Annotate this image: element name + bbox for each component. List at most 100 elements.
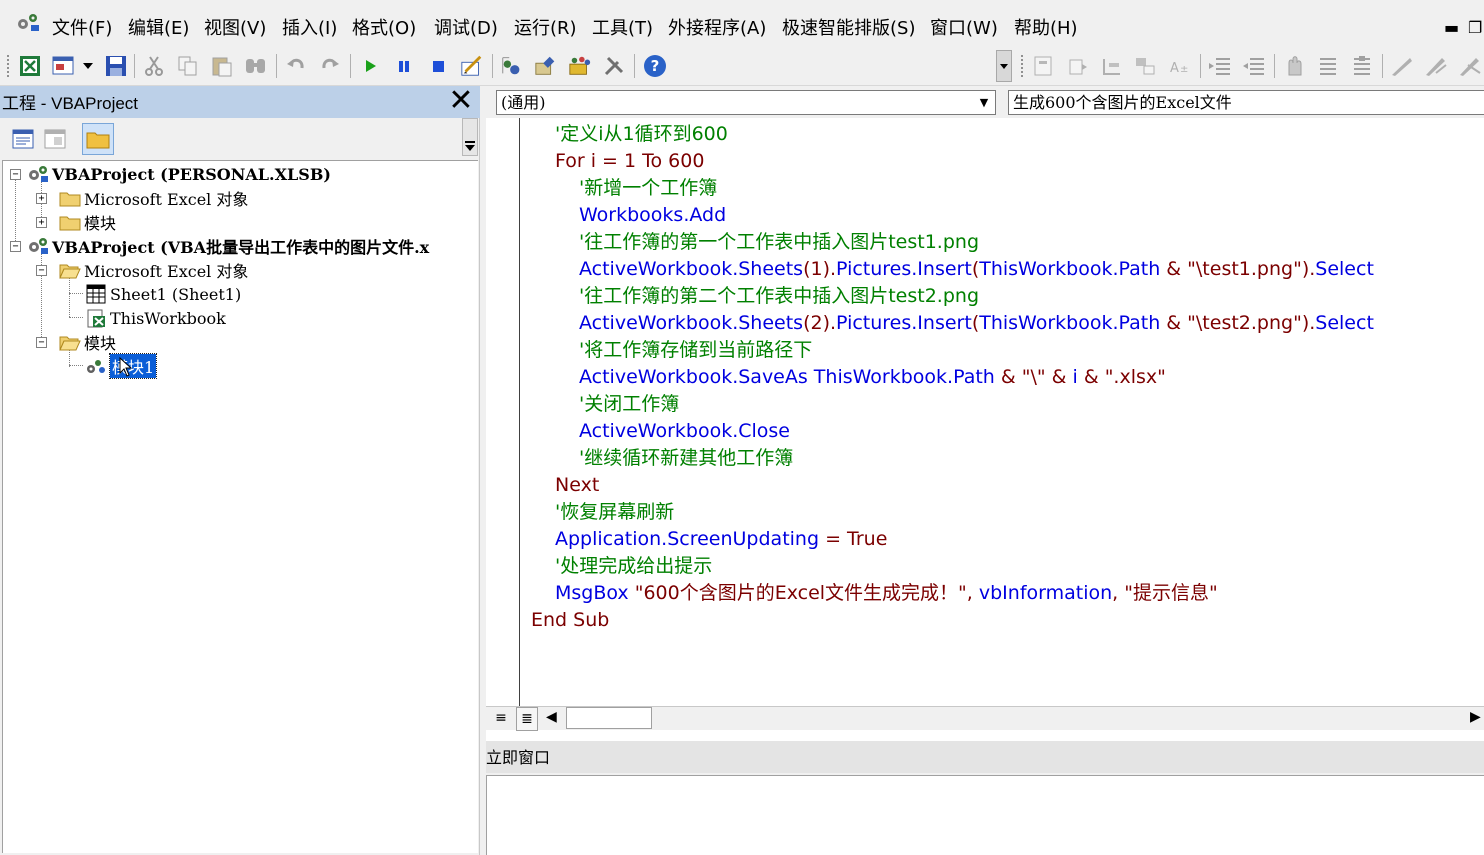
toolbar-grip[interactable] (6, 54, 10, 78)
menu-item-2[interactable]: 视图(V) (204, 18, 266, 40)
uncomment-block-icon[interactable] (1350, 54, 1374, 78)
scroll-thumb[interactable] (566, 707, 652, 729)
tree-node-personal-project[interactable]: VBAProject (PERSONAL.XLSB) (27, 163, 331, 185)
code-line[interactable]: ActiveWorkbook.Sheets(1).Pictures.Insert… (579, 256, 1374, 283)
object-browser-icon[interactable] (568, 54, 592, 78)
comment-block-icon[interactable] (1316, 54, 1340, 78)
list-properties-icon[interactable] (1032, 54, 1056, 78)
redo-icon[interactable] (318, 54, 342, 78)
tree-node-modules[interactable]: 模块 (59, 211, 116, 233)
immediate-window-input[interactable] (486, 775, 1484, 855)
edit-toolbar-grip[interactable] (1020, 54, 1024, 78)
toolbar-overflow-button[interactable] (996, 50, 1012, 82)
toggle-breakpoint-icon[interactable] (1282, 54, 1306, 78)
tree-node-modules-open[interactable]: 模块 (59, 331, 116, 353)
toolbox-icon[interactable] (602, 54, 626, 78)
code-line[interactable]: Next (555, 472, 599, 499)
previous-bookmark-icon[interactable] (1458, 54, 1482, 78)
collapse-toggle[interactable]: − (10, 241, 21, 252)
expand-toggle[interactable]: + (36, 193, 47, 204)
properties-icon[interactable] (534, 54, 558, 78)
code-line[interactable]: '继续循环新建其他工作簿 (579, 445, 793, 472)
design-mode-icon[interactable] (460, 54, 484, 78)
minimize-button[interactable]: ▬ (1444, 18, 1459, 37)
outdent-icon[interactable] (1242, 54, 1266, 78)
indent-icon[interactable] (1208, 54, 1232, 78)
view-object-icon[interactable] (42, 126, 68, 152)
project-explorer-icon[interactable] (500, 54, 524, 78)
project-explorer-scroll-button[interactable] (462, 118, 478, 156)
menu-item-7[interactable]: 工具(T) (592, 18, 653, 40)
menu-item-6[interactable]: 运行(R) (514, 18, 577, 40)
full-module-view-button[interactable]: ≣ (516, 707, 538, 731)
tree-node-excel-objects[interactable]: Microsoft Excel 对象 (59, 187, 248, 209)
toggle-folders-icon[interactable] (82, 123, 114, 155)
menu-item-1[interactable]: 编辑(E) (128, 18, 189, 40)
object-combo[interactable]: (通用) ▼ (496, 90, 996, 115)
code-line[interactable]: '将工作簿存储到当前路径下 (579, 337, 812, 364)
menu-item-10[interactable]: 窗口(W) (930, 18, 998, 40)
code-line[interactable]: '定义i从1循环到600 (555, 121, 728, 148)
collapse-toggle[interactable]: − (10, 169, 21, 180)
cut-icon[interactable] (142, 54, 166, 78)
code-line[interactable]: MsgBox "600个含图片的Excel文件生成完成！", vbInforma… (555, 580, 1218, 607)
project-tree[interactable]: − VBAProject (PERSONAL.XLSB) + Microsoft… (2, 160, 478, 853)
code-editor[interactable]: '定义i从1循环到600 For i = 1 To 600 '新增一个工作簿 Work… (521, 121, 1484, 706)
save-icon[interactable] (104, 54, 128, 78)
menu-item-0[interactable]: 文件(F) (52, 18, 112, 40)
list-constants-icon[interactable] (1066, 54, 1090, 78)
code-line[interactable]: Application.ScreenUpdating = True (555, 526, 887, 553)
next-bookmark-icon[interactable] (1424, 54, 1448, 78)
code-line[interactable]: For i = 1 To 600 (555, 148, 704, 175)
code-line[interactable]: '往工作簿的第二个工作表中插入图片test2.png (579, 283, 979, 310)
collapse-toggle[interactable]: − (36, 337, 47, 348)
excel-view-icon[interactable] (18, 54, 42, 78)
find-icon[interactable] (244, 54, 268, 78)
tree-node-sheet1[interactable]: Sheet1 (Sheet1) (85, 283, 241, 305)
menu-item-9[interactable]: 极速智能排版(S) (782, 18, 915, 40)
view-code-icon[interactable] (10, 126, 36, 152)
close-icon[interactable]: ✕ (448, 86, 474, 116)
code-line[interactable]: '处理完成给出提示 (555, 553, 712, 580)
code-line[interactable]: ActiveWorkbook.SaveAs ThisWorkbook.Path … (579, 364, 1166, 391)
code-line[interactable]: '关闭工作簿 (579, 391, 679, 418)
reset-icon[interactable] (426, 54, 450, 78)
tree-node-excel-objects-open[interactable]: Microsoft Excel 对象 (59, 259, 248, 281)
help-icon[interactable]: ? (643, 54, 667, 78)
code-line[interactable]: '往工作簿的第一个工作表中插入图片test1.png (579, 229, 979, 256)
procedure-view-button[interactable]: ≡ (490, 707, 512, 731)
tree-node-thisworkbook[interactable]: ThisWorkbook (85, 307, 226, 329)
tree-node-workbook-project[interactable]: VBAProject (VBA批量导出工作表中的图片文件.x (27, 235, 429, 257)
code-line[interactable]: ActiveWorkbook.Sheets(2).Pictures.Insert… (579, 310, 1374, 337)
paste-icon[interactable] (210, 54, 234, 78)
menu-item-3[interactable]: 插入(I) (282, 18, 337, 40)
menu-item-8[interactable]: 外接程序(A) (668, 18, 766, 40)
code-line[interactable]: '恢复屏幕刷新 (555, 499, 674, 526)
complete-word-icon[interactable]: A ± (1168, 54, 1192, 78)
scroll-right-icon[interactable]: ▶ (1470, 709, 1481, 725)
collapse-toggle[interactable]: − (36, 265, 47, 276)
insert-module-icon[interactable] (52, 54, 76, 78)
restore-button[interactable]: ❐ (1468, 18, 1482, 37)
menu-item-5[interactable]: 调试(D) (434, 18, 498, 40)
code-line[interactable]: Workbooks.Add (579, 202, 726, 229)
vba-app-icon[interactable] (14, 10, 42, 34)
quick-info-icon[interactable] (1100, 54, 1124, 78)
toggle-bookmark-icon[interactable] (1390, 54, 1414, 78)
insert-dropdown-icon[interactable] (78, 54, 98, 78)
expand-toggle[interactable]: + (36, 217, 47, 228)
code-line[interactable]: ActiveWorkbook.Close (579, 418, 790, 445)
parameter-info-icon[interactable] (1134, 54, 1158, 78)
break-icon[interactable] (392, 54, 416, 78)
code-line[interactable]: End Sub (531, 607, 609, 634)
undo-icon[interactable] (284, 54, 308, 78)
code-line[interactable]: '新增一个工作簿 (579, 175, 717, 202)
chevron-down-icon[interactable]: ▼ (975, 93, 993, 112)
procedure-combo[interactable]: 生成600个含图片的Excel文件 (1008, 90, 1484, 115)
scroll-left-icon[interactable]: ◀ (546, 709, 557, 725)
code-margin-indicator-bar[interactable] (486, 118, 520, 706)
copy-icon[interactable] (176, 54, 200, 78)
menu-item-11[interactable]: 帮助(H) (1014, 18, 1078, 40)
menu-item-4[interactable]: 格式(O) (352, 18, 416, 40)
run-icon[interactable] (358, 54, 382, 78)
